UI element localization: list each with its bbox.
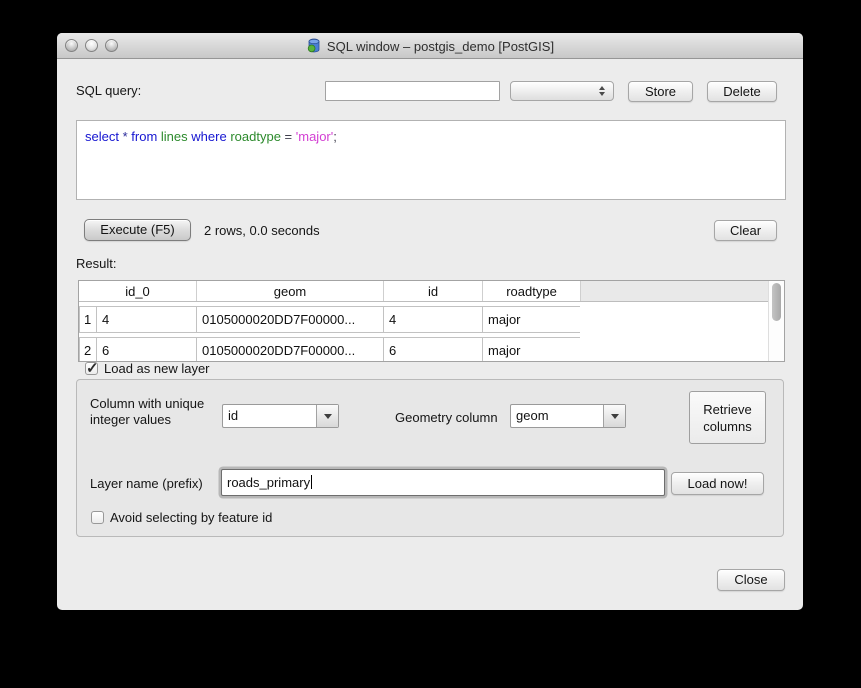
geometry-column-value: geom bbox=[516, 408, 549, 423]
table-cell[interactable]: 6 bbox=[96, 337, 197, 362]
result-label: Result: bbox=[76, 256, 116, 271]
table-row-filler bbox=[580, 306, 784, 333]
database-icon bbox=[306, 38, 322, 54]
layer-name-value: roads_primary bbox=[227, 475, 310, 490]
title-area: SQL window – postgis_demo [PostGIS] bbox=[57, 33, 803, 59]
layer-name-label: Layer name (prefix) bbox=[90, 476, 203, 491]
scrollbar-thumb[interactable] bbox=[772, 283, 781, 321]
clear-button[interactable]: Clear bbox=[714, 220, 777, 241]
titlebar[interactable]: SQL window – postgis_demo [PostGIS] bbox=[57, 33, 803, 59]
table-cell[interactable]: 4 bbox=[383, 306, 483, 333]
query-status-text: 2 rows, 0.0 seconds bbox=[204, 223, 320, 238]
load-as-new-layer-label: Load as new layer bbox=[104, 361, 210, 376]
table-cell[interactable]: 6 bbox=[383, 337, 483, 362]
avoid-selecting-checkbox[interactable] bbox=[91, 511, 104, 524]
store-button[interactable]: Store bbox=[628, 81, 693, 102]
table-cell[interactable]: major bbox=[482, 337, 581, 362]
avoid-selecting-label: Avoid selecting by feature id bbox=[110, 510, 272, 525]
unique-column-combobox[interactable]: id bbox=[222, 404, 339, 428]
result-table-body: 140105000020DD7F00000...4major2601050000… bbox=[79, 306, 784, 362]
unique-column-value: id bbox=[228, 408, 238, 423]
table-vertical-scrollbar[interactable] bbox=[768, 281, 784, 361]
table-cell[interactable]: 4 bbox=[96, 306, 197, 333]
column-header-id[interactable]: id bbox=[384, 281, 483, 301]
column-header-filler bbox=[581, 281, 784, 301]
table-cell[interactable]: 0105000020DD7F00000... bbox=[196, 306, 384, 333]
window-content: SQL query: Store Delete select * from li… bbox=[57, 59, 803, 610]
sql-window: SQL window – postgis_demo [PostGIS] SQL … bbox=[57, 33, 803, 610]
close-button[interactable]: Close bbox=[717, 569, 785, 591]
chevron-down-icon[interactable] bbox=[603, 405, 625, 427]
column-header-geom[interactable]: geom bbox=[197, 281, 384, 301]
sql-editor-text: select * from lines where roadtype = 'ma… bbox=[85, 129, 785, 144]
table-cell[interactable]: 0105000020DD7F00000... bbox=[196, 337, 384, 362]
delete-button[interactable]: Delete bbox=[707, 81, 777, 102]
avoid-selecting-option[interactable]: Avoid selecting by feature id bbox=[91, 510, 272, 525]
result-table-header[interactable]: id_0 geom id roadtype bbox=[79, 281, 784, 302]
table-cell[interactable]: 1 bbox=[79, 306, 97, 333]
geometry-column-combobox[interactable]: geom bbox=[510, 404, 626, 428]
layer-name-input[interactable]: roads_primary bbox=[221, 469, 665, 496]
column-header-id_0[interactable]: id_0 bbox=[79, 281, 197, 301]
table-cell[interactable]: major bbox=[482, 306, 581, 333]
column-header-roadtype[interactable]: roadtype bbox=[483, 281, 581, 301]
table-row-filler bbox=[580, 337, 784, 362]
table-row[interactable]: 260105000020DD7F00000...6major bbox=[79, 337, 784, 362]
chevron-down-icon[interactable] bbox=[316, 405, 338, 427]
query-name-input[interactable] bbox=[325, 81, 500, 101]
load-as-new-layer-checkbox[interactable] bbox=[85, 362, 98, 375]
result-table[interactable]: id_0 geom id roadtype 140105000020DD7F00… bbox=[78, 280, 785, 362]
load-options-groupbox: Column with unique integer values id Geo… bbox=[76, 379, 784, 537]
sql-editor[interactable]: select * from lines where roadtype = 'ma… bbox=[76, 120, 786, 200]
retrieve-columns-button[interactable]: Retrieve columns bbox=[689, 391, 766, 444]
unique-column-label: Column with unique integer values bbox=[90, 396, 226, 428]
text-cursor bbox=[311, 475, 312, 489]
popup-arrows-icon bbox=[599, 86, 605, 96]
load-now-button[interactable]: Load now! bbox=[671, 472, 764, 495]
geometry-column-label: Geometry column bbox=[395, 410, 498, 425]
execute-button[interactable]: Execute (F5) bbox=[84, 219, 191, 241]
load-as-new-layer-option[interactable]: Load as new layer bbox=[85, 361, 210, 376]
table-row[interactable]: 140105000020DD7F00000...4major bbox=[79, 306, 784, 333]
window-title: SQL window – postgis_demo [PostGIS] bbox=[327, 39, 554, 54]
sql-query-label: SQL query: bbox=[76, 83, 141, 98]
stored-query-select[interactable] bbox=[510, 81, 614, 101]
